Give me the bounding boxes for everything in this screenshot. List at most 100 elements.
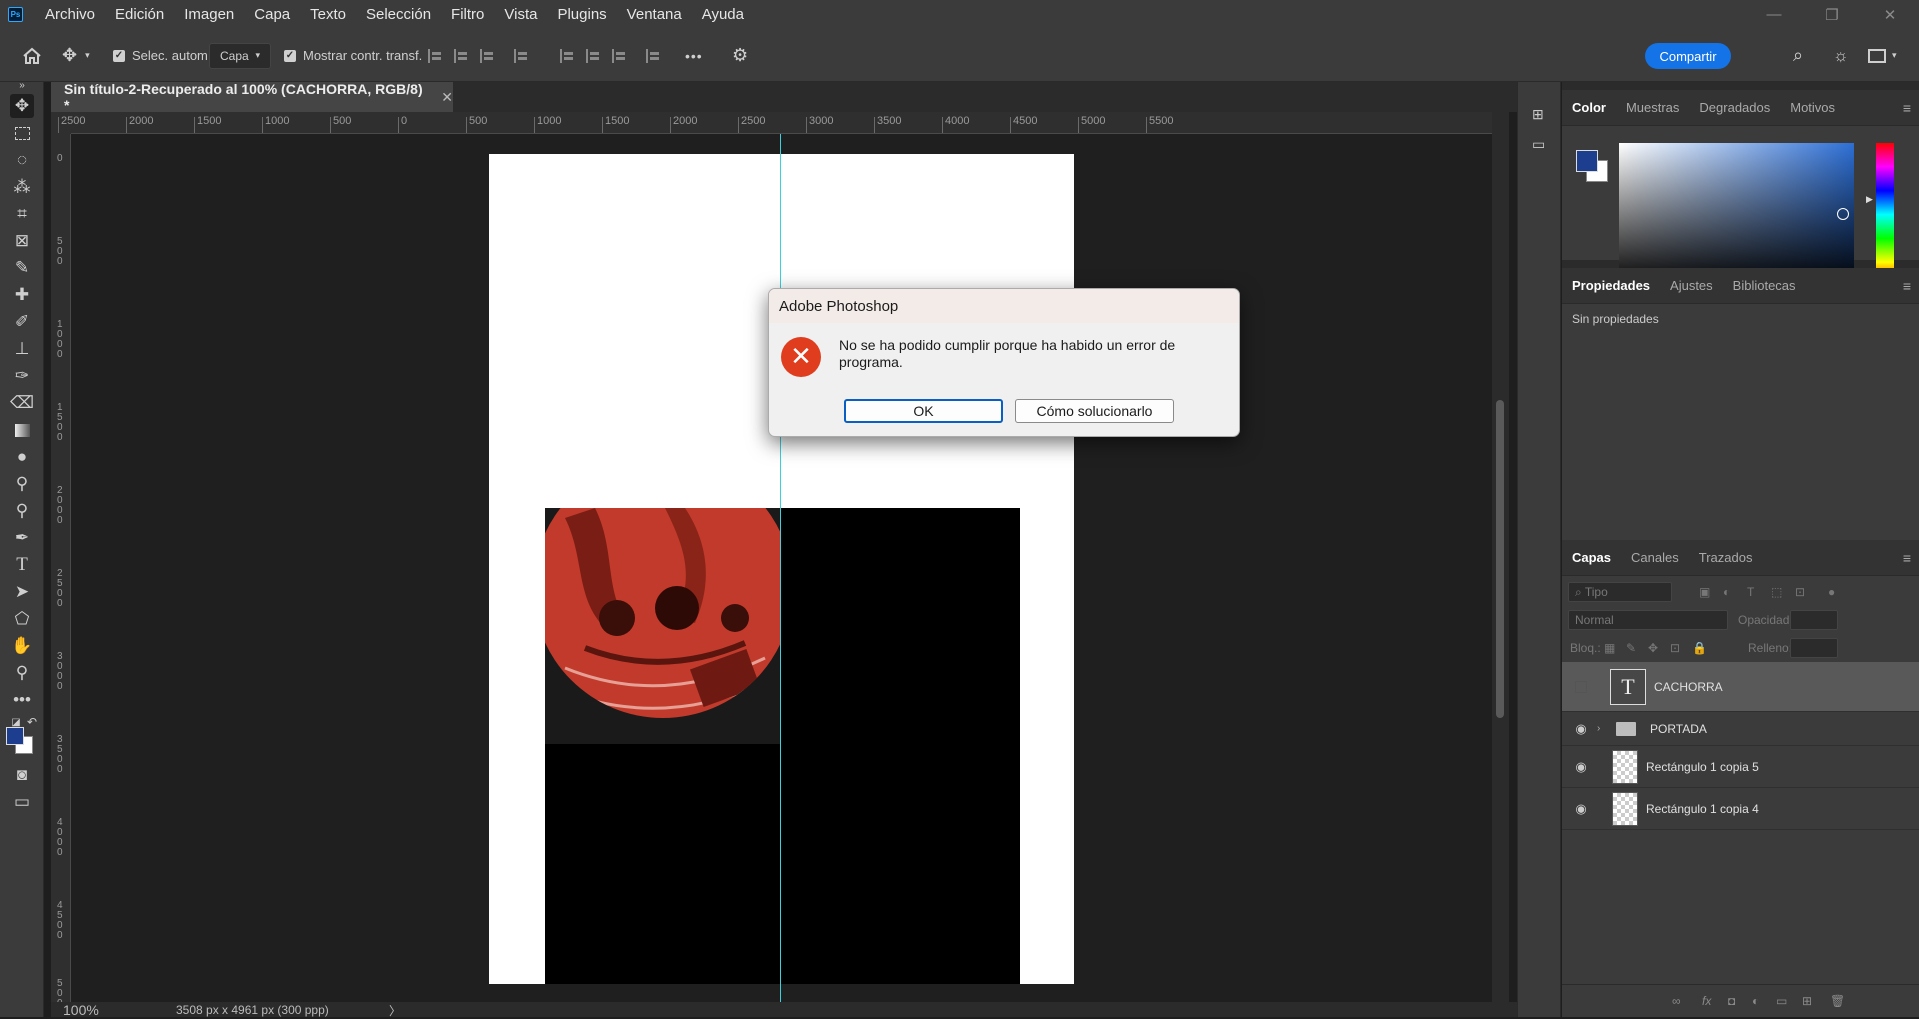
filter-type-icon[interactable]: T <box>1747 585 1754 599</box>
screen-mode-icon[interactable]: ▭ <box>10 790 34 814</box>
menu-seleccion[interactable]: Selección <box>356 6 441 23</box>
tab-propiedades[interactable]: Propiedades <box>1562 278 1660 293</box>
share-button[interactable]: Compartir <box>1645 43 1731 69</box>
saturation-brightness-field[interactable] <box>1619 143 1854 286</box>
layer-row-portada[interactable]: ◉ › PORTADA <box>1562 712 1919 746</box>
show-transform-checkbox[interactable]: ✓ Mostrar contr. transf. <box>284 29 422 82</box>
menu-capa[interactable]: Capa <box>244 6 300 23</box>
move-tool-preset[interactable]: ✥ ▾ <box>62 29 90 82</box>
delete-layer-icon[interactable]: 🗑 <box>1830 994 1845 1008</box>
auto-select-target-dropdown[interactable]: Capa ▾ <box>209 29 271 82</box>
healing-brush-tool-icon[interactable]: ✚ <box>10 283 34 307</box>
maximize-button[interactable]: ❐ <box>1803 0 1861 29</box>
vertical-scrollbar[interactable] <box>1492 112 1509 1002</box>
marquee-tool-icon[interactable] <box>10 121 34 145</box>
tab-bibliotecas[interactable]: Bibliotecas <box>1723 278 1806 293</box>
eyedropper-tool-icon[interactable]: ✎ <box>10 256 34 280</box>
tab-motivos[interactable]: Motivos <box>1780 100 1845 115</box>
layer-row-cachorra[interactable]: T CACHORRA <box>1562 662 1919 712</box>
new-group-icon[interactable]: ▭ <box>1776 994 1787 1008</box>
menu-ayuda[interactable]: Ayuda <box>692 6 754 23</box>
magic-wand-tool-icon[interactable]: ⁂ <box>10 175 34 199</box>
menu-imagen[interactable]: Imagen <box>174 6 244 23</box>
menu-texto[interactable]: Texto <box>300 6 356 23</box>
color-picker-cursor[interactable] <box>1837 208 1849 220</box>
lock-all-icon[interactable]: 🔒 <box>1692 641 1707 655</box>
blur-tool-icon[interactable]: ● <box>10 445 34 469</box>
filter-smart-object-icon[interactable]: ⊡ <box>1795 585 1805 599</box>
align-top-button[interactable] <box>560 29 576 82</box>
workspace-switcher[interactable]: ▾ <box>1868 29 1897 82</box>
burn-tool-icon[interactable]: ⚲ <box>10 499 34 523</box>
more-tools-icon[interactable]: ••• <box>10 688 34 712</box>
layer-row-rect-copy-4[interactable]: ◉ Rectángulo 1 copia 4 <box>1562 788 1919 830</box>
hand-tool-icon[interactable]: ✋ <box>10 634 34 658</box>
menu-filtro[interactable]: Filtro <box>441 6 494 23</box>
brush-tool-icon[interactable]: ✐ <box>10 310 34 334</box>
link-layers-icon[interactable]: ∞ <box>1672 994 1681 1008</box>
vertical-guide-line[interactable] <box>780 134 781 1002</box>
crop-tool-icon[interactable]: ⌗ <box>10 202 34 226</box>
zoom-tool-icon[interactable]: ⚲ <box>10 661 34 685</box>
lock-pixels-icon[interactable]: ✎ <box>1626 641 1636 655</box>
new-adjustment-icon[interactable]: ◐ <box>1752 994 1759 1008</box>
align-center-h-button[interactable] <box>454 29 470 82</box>
menu-archivo[interactable]: Archivo <box>35 6 105 23</box>
visibility-toggle-off[interactable] <box>1575 680 1587 693</box>
menu-vista[interactable]: Vista <box>494 6 547 23</box>
lasso-tool-icon[interactable]: ◌ <box>10 148 34 172</box>
close-tab-icon[interactable]: ✕ <box>441 89 453 106</box>
tab-canales[interactable]: Canales <box>1621 550 1689 565</box>
menu-ventana[interactable]: Ventana <box>617 6 692 23</box>
filter-toggle-icon[interactable]: ● <box>1828 585 1835 599</box>
comments-icon[interactable]: ▭ <box>1532 136 1545 153</box>
eraser-tool-icon[interactable]: ⌫ <box>10 391 34 415</box>
hue-slider-arrow-icon[interactable]: ▶ <box>1866 194 1873 205</box>
panel-menu-icon[interactable]: ≡ <box>1903 278 1911 294</box>
lock-artboard-icon[interactable]: ⊡ <box>1670 641 1680 655</box>
type-tool-icon[interactable]: T <box>10 553 34 577</box>
status-menu-arrow-icon[interactable]: 〉 <box>389 1002 401 1019</box>
filter-shape-icon[interactable]: ⬚ <box>1771 585 1782 599</box>
how-to-fix-button[interactable]: Cómo solucionarlo <box>1015 399 1174 423</box>
close-window-button[interactable]: ✕ <box>1861 0 1919 29</box>
zoom-level[interactable]: 100% <box>63 1002 99 1018</box>
align-middle-button[interactable] <box>586 29 602 82</box>
tab-muestras[interactable]: Muestras <box>1616 100 1689 115</box>
fill-input[interactable] <box>1790 638 1838 658</box>
tab-capas[interactable]: Capas <box>1562 550 1621 565</box>
opacity-input[interactable] <box>1790 610 1838 630</box>
dodge-tool-icon[interactable]: ⚲ <box>10 472 34 496</box>
chevron-right-icon[interactable]: › <box>1597 723 1600 734</box>
tab-degradados[interactable]: Degradados <box>1689 100 1780 115</box>
path-selection-tool-icon[interactable]: ➤ <box>10 580 34 604</box>
menu-plugins[interactable]: Plugins <box>547 6 616 23</box>
foreground-color-swatch[interactable] <box>1576 150 1598 172</box>
settings-gear-icon[interactable]: ⚙ <box>732 29 748 82</box>
vertical-ruler[interactable]: 0 500 1000 1500 2000 2500 3000 3500 4000… <box>51 134 71 1019</box>
distribute-vertical-button[interactable] <box>646 29 662 82</box>
filter-pixel-icon[interactable]: ▣ <box>1699 585 1710 599</box>
gradient-tool-icon[interactable] <box>10 418 34 442</box>
auto-select-checkbox[interactable]: ✓ Selec. autom.: <box>113 29 215 82</box>
history-icon[interactable]: ⊞ <box>1532 106 1544 123</box>
distribute-button[interactable] <box>514 29 530 82</box>
blend-mode-dropdown[interactable]: Normal <box>1568 610 1728 630</box>
horizontal-ruler[interactable]: 2500 2000 1500 1000 500 0 500 1000 1500 … <box>57 112 1501 134</box>
move-tool-icon[interactable]: ✥ <box>10 94 34 118</box>
vertical-scroll-thumb[interactable] <box>1496 400 1504 718</box>
hue-slider[interactable] <box>1876 143 1894 286</box>
lock-position-icon[interactable]: ✥ <box>1648 641 1658 655</box>
eye-icon[interactable]: ◉ <box>1572 721 1590 736</box>
filter-adjustment-icon[interactable]: ◐ <box>1723 585 1730 599</box>
quick-mask-icon[interactable]: ◙ <box>10 763 34 787</box>
clone-stamp-tool-icon[interactable]: ⊥ <box>10 337 34 361</box>
minimize-button[interactable]: — <box>1745 0 1803 29</box>
align-right-button[interactable] <box>480 29 496 82</box>
layer-filter-dropdown[interactable]: ⌕ Tipo <box>1568 582 1672 602</box>
lightbulb-icon[interactable]: ☼ <box>1833 29 1849 82</box>
panel-menu-icon[interactable]: ≡ <box>1903 100 1911 116</box>
search-icon[interactable]: ⌕ <box>1793 29 1803 82</box>
tab-ajustes[interactable]: Ajustes <box>1660 278 1723 293</box>
new-layer-icon[interactable]: ⊞ <box>1802 994 1812 1008</box>
